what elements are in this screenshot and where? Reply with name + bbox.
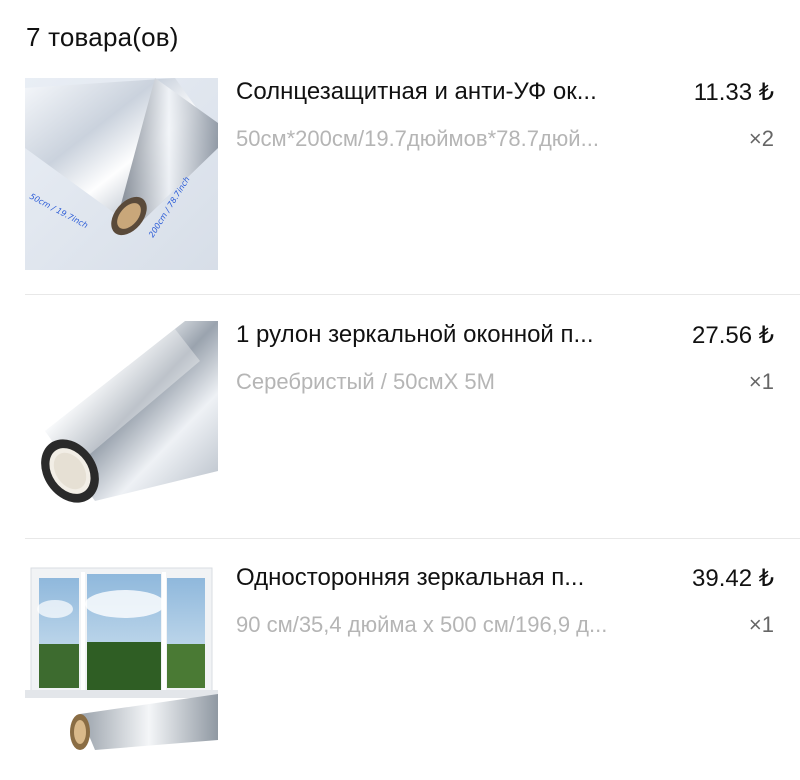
product-image[interactable] — [25, 321, 218, 513]
product-variant[interactable]: 50см*200см/19.7дюймов*78.7дюй... — [236, 126, 716, 152]
divider — [25, 294, 800, 295]
product-variant[interactable]: Серебристый / 50смX 5M — [236, 369, 716, 395]
product-quantity: ×1 — [748, 369, 774, 394]
product-image[interactable]: 50cm / 19.7inch 200cm / 78.7inch — [25, 78, 218, 270]
cart-item[interactable]: 1 рулон зеркальной оконной п... 27.56 ₺ … — [0, 321, 800, 521]
product-price: 11.33 ₺ — [693, 79, 774, 106]
product-variant[interactable]: 90 см/35,4 дюйма x 500 см/196,9 д... — [236, 612, 716, 638]
product-title[interactable]: 1 рулон зеркальной оконной п... — [236, 321, 666, 349]
product-title[interactable]: Односторонняя зеркальная п... — [236, 564, 666, 592]
product-price: 27.56 ₺ — [692, 322, 774, 349]
divider — [25, 538, 800, 539]
product-image[interactable] — [25, 564, 218, 756]
product-quantity: ×1 — [748, 612, 774, 637]
product-quantity: ×2 — [748, 126, 774, 151]
cart-item[interactable]: 50cm / 19.7inch 200cm / 78.7inch Солнцез… — [0, 78, 800, 278]
product-price: 39.42 ₺ — [692, 565, 774, 592]
cart-item[interactable]: Односторонняя зеркальная п... 39.42 ₺ 90… — [0, 564, 800, 764]
product-title[interactable]: Солнцезащитная и анти-УФ ок... — [236, 78, 666, 106]
cart-item-count: 7 товара(ов) — [26, 22, 179, 52]
